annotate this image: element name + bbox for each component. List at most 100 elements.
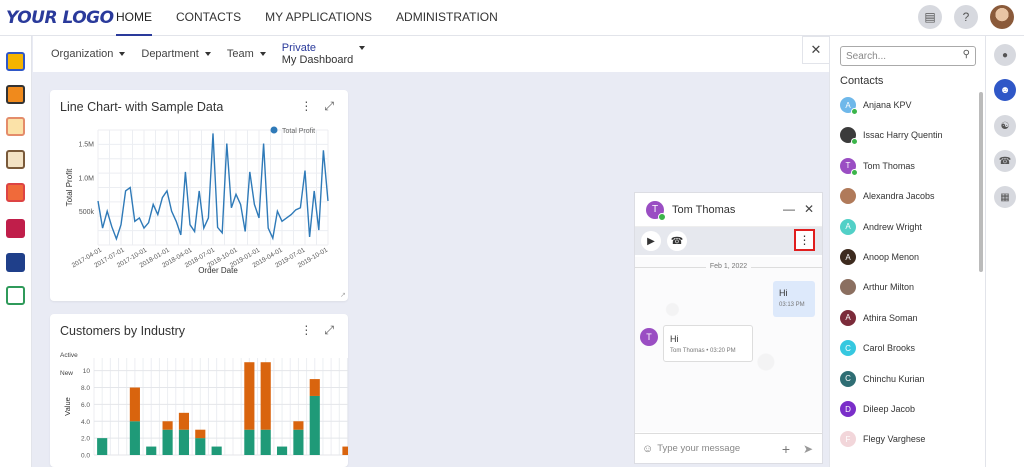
chat-window: T Tom Thomas — ✕ ▶ ☎ ⋮ Feb 1, 2022 Hi 03:… (634, 192, 823, 464)
nav-home[interactable]: HOME (116, 0, 152, 36)
contact-item[interactable]: Alexandra Jacobs (840, 186, 935, 206)
chat-avatar: T (646, 200, 666, 221)
calendar-icon: ▦ (1000, 191, 1010, 203)
bar-segment-new (342, 446, 348, 455)
contact-avatar: A (840, 218, 856, 235)
contact-name: Alexandra Jacobs (863, 191, 935, 202)
department-filter[interactable]: Department (141, 48, 211, 60)
document-app-icon[interactable] (6, 150, 25, 169)
chat-bubble-icon: ● (1001, 49, 1009, 61)
contact-item[interactable]: A Anoop Menon (840, 247, 919, 267)
incoming-message: Hi Tom Thomas • 03:20 PM (663, 325, 753, 362)
y-tick-label: 1.5M (78, 142, 94, 149)
chat-rail-button[interactable]: ● (994, 44, 1016, 66)
voice-call-button[interactable]: ☎ (667, 231, 687, 251)
bar-segment-new (309, 379, 320, 396)
bar-segment-new (260, 362, 271, 430)
contact-avatar: F (840, 431, 856, 448)
bar-segment-active (178, 429, 190, 455)
chat-options-button[interactable]: ⋮ (794, 229, 815, 251)
announcement-button[interactable]: ▤ (918, 5, 942, 29)
y-tick-label: 6.0 (81, 402, 90, 409)
nav-administration[interactable]: ADMINISTRATION (396, 0, 498, 36)
bar-segment-active (211, 446, 222, 455)
attach-icon[interactable]: + (782, 441, 790, 457)
contact-name: Arthur Milton (863, 282, 915, 293)
calendar-rail-button[interactable]: ▦ (994, 186, 1016, 208)
group-icon: ☯ (1000, 120, 1010, 132)
contact-item[interactable]: D Dileep Jacob (840, 399, 915, 419)
y-tick-label: 8.0 (81, 385, 90, 392)
bar-segment-active (146, 446, 157, 455)
contact-name: Athira Soman (863, 312, 918, 323)
organization-filter[interactable]: Organization (51, 48, 126, 60)
bar-segment-active (276, 446, 288, 455)
video-call-button[interactable]: ▶ (641, 231, 661, 251)
minimize-icon[interactable]: — (783, 202, 795, 216)
contact-name: Dileep Jacob (863, 404, 916, 414)
contact-item[interactable]: A Athira Soman (840, 308, 918, 328)
contact-item[interactable]: A Andrew Wright (840, 217, 922, 237)
contact-item[interactable]: Issac Harry Quentin (840, 125, 943, 146)
contact-item[interactable]: F Flegy Varghese (840, 429, 925, 449)
contact-name: Issac Harry Quentin (863, 130, 943, 141)
chat-contact-name: Tom Thomas (672, 203, 736, 216)
resize-handle-icon: ↗ (340, 291, 346, 299)
phone-rail-button[interactable]: ☎ (994, 150, 1016, 172)
bar-segment-active (309, 395, 320, 455)
contact-item[interactable]: C Carol Brooks (840, 338, 915, 358)
inbox-app-icon[interactable] (6, 85, 25, 104)
message-input[interactable]: ☺ Type your message + ➤ (635, 433, 822, 463)
bar-segment-active (195, 438, 206, 455)
search-icon: ⚲ (962, 49, 970, 60)
y-tick-label: 2.0 (81, 436, 90, 443)
help-button[interactable]: ? (954, 5, 978, 29)
close-contacts-button[interactable]: ✕ (802, 36, 830, 64)
logo[interactable]: YOUR LOGO (6, 8, 116, 28)
main-nav: HOME CONTACTS MY APPLICATIONS ADMINISTRA… (116, 0, 522, 36)
dashboard-selector[interactable]: Private My Dashboard (282, 42, 366, 66)
nav-contacts[interactable]: CONTACTS (176, 0, 241, 36)
zoom-app-icon[interactable] (6, 219, 25, 238)
contacts-scrollbar[interactable] (979, 92, 983, 272)
line-chart: 500k1.0M1.5M2017-04-012017-07-012017-10-… (65, 126, 346, 299)
kebab-menu-icon: ⋮ (798, 233, 811, 247)
calendar-app-icon[interactable] (6, 117, 25, 136)
user-avatar[interactable] (990, 5, 1014, 29)
legend-label: Total Profit (282, 128, 315, 135)
line-chart-card: Line Chart- with Sample Data ⋮ ⤢ 500k 1.0M… (50, 90, 348, 301)
contact-search-input[interactable]: Search... ⚲ (840, 46, 976, 66)
contacts-panel: Search... ⚲ Contacts A Anjana KPV Issac Ha… (829, 36, 985, 467)
contacts-rail-button[interactable]: ☻ (994, 79, 1016, 101)
contact-name: Anjana KPV (863, 100, 912, 110)
contact-item[interactable]: Arthur Milton (840, 277, 914, 297)
contact-avatar: D (840, 401, 856, 417)
bar-segment-new (293, 421, 304, 430)
contact-item[interactable]: A Anjana KPV (840, 95, 912, 115)
y-tick-label: 0.0 (81, 453, 90, 460)
contact-item[interactable]: C Chinchu Kurian (840, 369, 925, 389)
right-rail: ● ☻ ☯ ☎ ▦ (985, 36, 1024, 467)
phone-icon: ☎ (670, 235, 684, 247)
bar-segment-new (129, 387, 140, 422)
filter-bar: Organization Department Team Private My D… (33, 36, 829, 72)
team-filter[interactable]: Team (227, 48, 266, 60)
edit-app-icon[interactable] (6, 286, 25, 305)
link-app-icon[interactable] (6, 253, 25, 272)
contact-name: Flegy Varghese (863, 434, 926, 445)
help-icon: ? (962, 10, 970, 24)
nav-my-applications[interactable]: MY APPLICATIONS (265, 0, 372, 36)
phone-icon: ☎ (998, 155, 1012, 167)
legend-label: New (60, 370, 73, 377)
contact-avatar: C (840, 340, 856, 357)
broadcast-app-icon[interactable] (6, 183, 25, 202)
folder-app-icon[interactable] (6, 52, 25, 71)
contact-item[interactable]: T Tom Thomas (840, 156, 915, 176)
emoji-icon[interactable]: ☺ (642, 443, 653, 455)
groups-rail-button[interactable]: ☯ (994, 115, 1016, 137)
bar-chart: Active New 0.0 2.0 4.0 6.0 8.0 10 Value (60, 352, 348, 460)
close-icon: ✕ (810, 42, 822, 57)
app-rail (0, 36, 32, 467)
close-icon[interactable]: ✕ (804, 202, 814, 216)
send-icon[interactable]: ➤ (803, 442, 813, 456)
